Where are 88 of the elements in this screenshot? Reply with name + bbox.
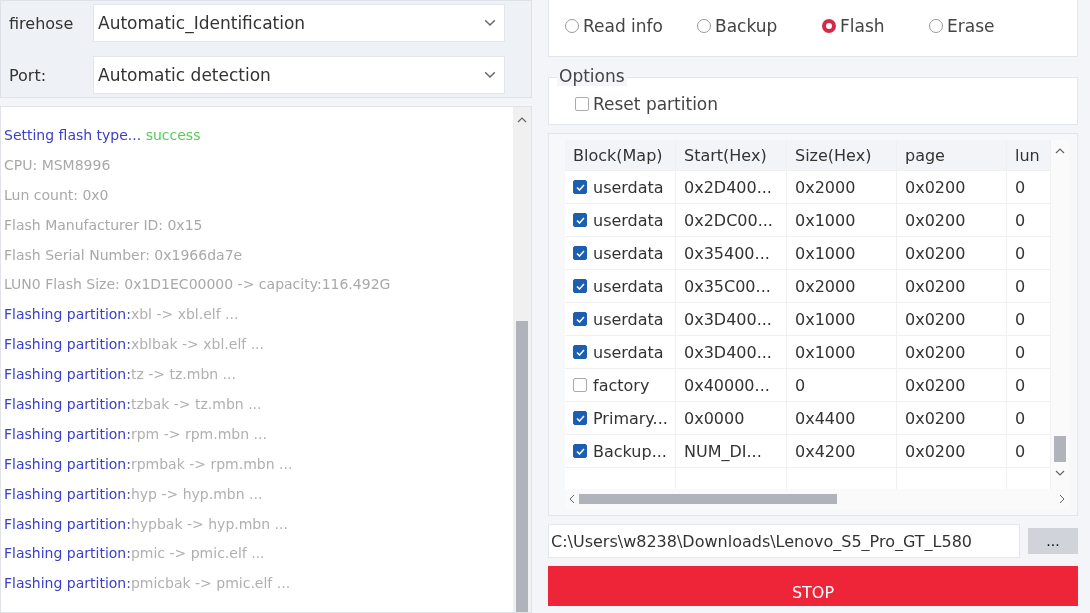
table-cell: 0x4200	[787, 435, 897, 467]
log-line: Setting flash type... success	[4, 127, 202, 145]
chevron-down-icon[interactable]	[484, 71, 496, 79]
path-field[interactable]: C:\Users\w8238\Downloads\Lenovo_S5_Pro_GT_L580	[548, 524, 1020, 558]
radio-option[interactable]: Read info	[565, 16, 697, 36]
table-cell: 0x2DC00...	[676, 204, 787, 236]
table-cell: Backup...	[565, 435, 676, 467]
table-cell: 0x2000	[787, 171, 897, 203]
log-line: Flash Manufacturer ID: 0x15	[4, 216, 204, 235]
log-line: Flash Serial Number: 0x1966da7e	[4, 246, 244, 265]
log-line: Flashing partition:rpm -> rpm.mbn ...	[4, 425, 268, 444]
scroll-up-icon[interactable]	[1055, 148, 1065, 154]
scroll-right-icon[interactable]	[1059, 494, 1065, 504]
table-cell: 0x2000	[787, 270, 897, 302]
table-cell: Primary...	[565, 402, 676, 434]
table-cell: 0x40000...	[676, 369, 787, 401]
column-header[interactable]: Block(Map)	[565, 140, 676, 170]
table-cell: 0x0200	[897, 237, 1007, 269]
row-checkbox[interactable]	[573, 279, 587, 293]
column-header[interactable]: Start(Hex)	[676, 140, 787, 170]
table-cell: NUM_DI...	[676, 435, 787, 467]
row-checkbox[interactable]	[573, 411, 587, 425]
log-line: Flashing partition:xbl -> xbl.elf ...	[4, 306, 240, 325]
row-checkbox[interactable]	[573, 345, 587, 359]
table-cell: userdata	[565, 237, 676, 269]
table-cell: 0x0200	[897, 402, 1007, 434]
table-cell: 0x0200	[897, 369, 1007, 401]
table-cell: 0x0200	[897, 204, 1007, 236]
stop-button[interactable]: STOP	[548, 566, 1078, 606]
scrollbar-thumb[interactable]	[1054, 436, 1066, 462]
row-checkbox[interactable]	[573, 312, 587, 326]
log-line: Flashing partition:pmicbak -> pmic.elf ...	[4, 575, 292, 594]
checkbox-option[interactable]: Reset partition	[575, 94, 719, 114]
row-checkbox[interactable]	[573, 213, 587, 227]
table-cell: factory	[565, 369, 676, 401]
log-line: Flashing partition:xblbak -> xbl.elf ...	[4, 336, 265, 355]
table-cell: 0x0200	[897, 303, 1007, 335]
table-cell: 0x3D400...	[676, 303, 787, 335]
group-title: Options	[557, 66, 627, 86]
table-cell: userdata	[565, 171, 676, 203]
row-checkbox[interactable]	[573, 246, 587, 260]
column-header[interactable]: page	[897, 140, 1007, 170]
scroll-up-icon[interactable]	[517, 116, 527, 123]
log-line: LUN0 Flash Size: 0x1D1EC00000 -> capacity:116.492G	[4, 276, 392, 295]
table-cell: userdata	[565, 270, 676, 302]
radio-option[interactable]: Flash	[822, 16, 929, 36]
log-line: Flashing partition:tz -> tz.mbn ...	[4, 366, 237, 385]
radio-option[interactable]: Backup	[697, 16, 822, 36]
log-line: Flashing partition:hyp -> hyp.mbn ...	[4, 485, 264, 504]
table-cell: 0x3D400...	[676, 336, 787, 368]
field-label: firehose	[9, 13, 75, 33]
table-cell: 0x1000	[787, 303, 897, 335]
table-cell: 0x0200	[897, 270, 1007, 302]
scrollbar-thumb[interactable]	[579, 494, 837, 504]
table-cell: 0	[787, 369, 897, 401]
row-checkbox[interactable]	[573, 378, 587, 392]
browse-button[interactable]: ...	[1028, 528, 1078, 554]
table-cell: 0x1000	[787, 237, 897, 269]
log-line: Flashing partition:pmic -> pmic.elf ...	[4, 545, 266, 564]
column-header[interactable]: Size(Hex)	[787, 140, 897, 170]
table-cell: 0x2D400...	[676, 171, 787, 203]
log-line: CPU: MSM8996	[4, 156, 112, 175]
table-cell: userdata	[565, 204, 676, 236]
table-cell: 0x0200	[897, 336, 1007, 368]
field-label: Port:	[9, 65, 48, 85]
log-line: Lun count: 0x0	[4, 186, 110, 205]
dropdown[interactable]: Automatic detection	[93, 56, 505, 94]
log-line: Flashing partition:tzbak -> tz.mbn ...	[4, 396, 263, 414]
table-cell: userdata	[565, 303, 676, 335]
table-cell: 0x4400	[787, 402, 897, 434]
log-line: Flashing partition:rpmbak -> rpm.mbn ...	[4, 455, 294, 474]
table-cell: 0x0200	[897, 435, 1007, 467]
table-cell: 0x0000	[676, 402, 787, 434]
table-cell: userdata	[565, 336, 676, 368]
row-checkbox[interactable]	[573, 444, 587, 458]
chevron-down-icon[interactable]	[484, 19, 496, 27]
table-cell: 0x35400...	[676, 237, 787, 269]
table-cell: 0x1000	[787, 204, 897, 236]
table-cell: 0x35C00...	[676, 270, 787, 302]
dropdown[interactable]: Automatic_Identification	[93, 4, 505, 42]
table-cell: 0x1000	[787, 336, 897, 368]
log-line: Flashing partition:hypbak -> hyp.mbn ...	[4, 515, 289, 534]
scrollbar-thumb[interactable]	[516, 321, 528, 612]
row-checkbox[interactable]	[573, 180, 587, 194]
scroll-down-icon[interactable]	[1055, 470, 1065, 476]
radio-option[interactable]: Erase	[929, 16, 1029, 36]
table-cell: 0x0200	[897, 171, 1007, 203]
scroll-left-icon[interactable]	[569, 494, 575, 504]
